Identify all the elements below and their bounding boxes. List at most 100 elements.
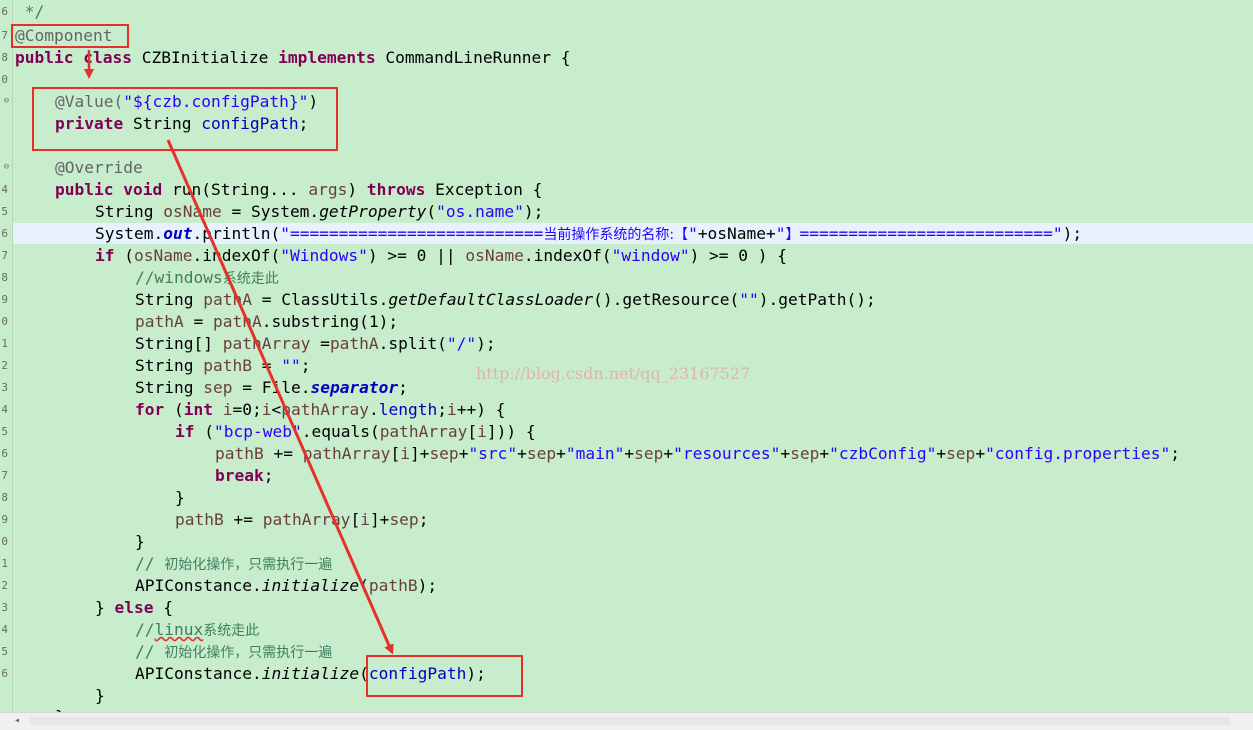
code-text: (: [426, 202, 437, 221]
code-line[interactable]: String[] pathArray =pathA.split("/");: [135, 333, 496, 355]
code-text: ): [347, 180, 367, 199]
variable: sep: [203, 378, 233, 397]
code-line[interactable]: }: [95, 685, 105, 707]
code-text: ])) {: [486, 422, 536, 441]
code-text: =: [251, 356, 282, 375]
string-literal: 当前操作系统的名称:【: [543, 227, 689, 243]
comment: 初始化操作，只需执行一遍: [164, 557, 333, 573]
code-text: ;: [263, 466, 274, 485]
code-text: =: [310, 334, 330, 353]
variable: pathB: [175, 510, 224, 529]
code-line[interactable]: @Override: [55, 157, 143, 179]
code-text: );: [417, 576, 438, 595]
code-text: .println(: [192, 224, 281, 243]
code-line[interactable]: String pathA = ClassUtils.getDefaultClas…: [135, 289, 876, 311]
comment: 初始化操作，只需执行一遍: [164, 645, 333, 661]
string-literal: ==========================": [799, 224, 1063, 243]
scroll-thumb[interactable]: [30, 717, 1230, 725]
code-text: }: [175, 488, 185, 507]
code-editor[interactable]: 678045678901234567890123456 ⊖ ⊖ */ @Comp…: [0, 0, 1253, 712]
line-number: 8: [1, 491, 8, 504]
variable: i: [400, 444, 410, 463]
variable: i: [477, 422, 487, 441]
scroll-left-icon[interactable]: ◂: [14, 715, 20, 726]
line-number: 8: [1, 51, 8, 64]
line-number: 2: [1, 579, 8, 592]
code-line[interactable]: APIConstance.initialize(pathB);: [135, 575, 437, 597]
code-line[interactable]: } else {: [95, 597, 173, 619]
code-text: .: [368, 400, 379, 419]
code-text: );: [1062, 224, 1083, 243]
method: getDefaultClassLoader: [388, 290, 594, 309]
variable: sep: [526, 444, 557, 463]
variable: sep: [429, 444, 459, 463]
string-literal: "os.name": [436, 202, 524, 221]
code-line[interactable]: String osName = System.getProperty("os.n…: [95, 201, 543, 223]
code-line[interactable]: public class CZBInitialize implements Co…: [15, 47, 571, 69]
code-line[interactable]: pathB += pathArray[i]+sep;: [175, 509, 428, 531]
code-line[interactable]: String sep = File.separator;: [135, 377, 408, 399]
code-text: .split(: [378, 334, 447, 353]
code-text: +: [936, 444, 947, 463]
variable: pathA: [212, 312, 262, 331]
variable: sep: [946, 444, 976, 463]
code-text: [: [467, 422, 478, 441]
variable: pathB: [203, 356, 252, 375]
variable: osName: [163, 202, 222, 221]
line-number: 6: [1, 5, 8, 18]
line-number: 1: [1, 337, 8, 350]
keyword: implements: [278, 48, 376, 67]
code-line[interactable]: //windows系统走此: [135, 267, 279, 289]
code-text: =: [183, 312, 213, 331]
code-line[interactable]: }: [135, 531, 145, 553]
code-line[interactable]: // 初始化操作，只需执行一遍: [135, 641, 332, 663]
code-text: = File.: [232, 378, 311, 397]
code-text: +: [458, 444, 469, 463]
string-literal: 】: [785, 227, 800, 243]
code-line[interactable]: String pathB = "";: [135, 355, 310, 377]
code-line[interactable]: public void run(String... args) throws E…: [55, 179, 542, 201]
code-text: ;: [418, 510, 429, 529]
fold-toggle-icon[interactable]: ⊖: [2, 97, 11, 106]
code-line[interactable]: pathA = pathA.substring(1);: [135, 311, 398, 333]
code-text: = System.: [221, 202, 320, 221]
code-line[interactable]: //linux系统走此: [135, 619, 259, 641]
string-literal: ": [688, 224, 698, 243]
code-line-current[interactable]: System.out.println("====================…: [95, 223, 1082, 245]
keyword: int: [183, 400, 213, 419]
code-line[interactable]: if ("bcp-web".equals(pathArray[i])) {: [175, 421, 536, 443]
code-text: String: [135, 378, 204, 397]
code-line[interactable]: }: [175, 487, 185, 509]
line-number: 1: [1, 557, 8, 570]
code-line[interactable]: for (int i=0;i<pathArray.length;i++) {: [135, 399, 505, 421]
code-line[interactable]: pathB += pathArray[i]+sep+"src"+sep+"mai…: [215, 443, 1180, 465]
keyword: for: [135, 400, 165, 419]
static-field: out: [163, 224, 193, 243]
field-name: length: [378, 400, 438, 419]
horizontal-scrollbar[interactable]: ◂: [0, 712, 1253, 730]
code-line[interactable]: // 初始化操作，只需执行一遍: [135, 553, 332, 575]
line-number-gutter: 6 7 8 0 4 5 6 7 8 9 0 1 2 3 4 5 6 7 8 9 0 1 2 3 4 5 6: [0, 0, 13, 712]
code-line[interactable]: */: [15, 1, 45, 23]
string-literal: "window": [611, 246, 690, 265]
code-line[interactable]: break;: [215, 465, 273, 487]
code-text: ).getPath();: [758, 290, 876, 309]
line-number: 7: [1, 29, 8, 42]
line-number: 7: [1, 249, 8, 262]
code-text: .equals(: [301, 422, 380, 441]
comment: //: [135, 554, 165, 573]
comment: //windows: [135, 268, 223, 287]
fold-toggle-icon[interactable]: ⊖: [2, 163, 11, 172]
line-number: 9: [1, 513, 8, 526]
line-number: 7: [1, 469, 8, 482]
string-literal: "": [739, 290, 759, 309]
variable: sep: [389, 510, 419, 529]
watermark: http://blog.csdn.net/qq_23167527: [476, 364, 751, 383]
keyword: void: [123, 180, 163, 199]
code-text: (: [164, 400, 184, 419]
code-line[interactable]: if (osName.indexOf("Windows") >= 0 || os…: [95, 245, 787, 267]
line-number: 4: [1, 183, 8, 196]
string-literal: "Windows": [280, 246, 368, 265]
class-name: CZBInitialize: [131, 48, 279, 67]
